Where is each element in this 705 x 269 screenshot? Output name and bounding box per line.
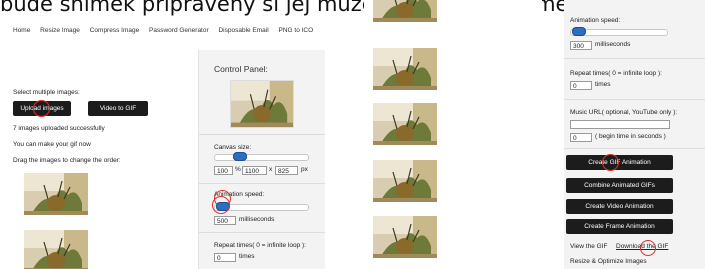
combine-animated-gifs-button[interactable]: Combine Animated GIFs (566, 178, 673, 193)
top-nav: Home Resize Image Compress Image Passwor… (13, 27, 321, 34)
animation-speed-input[interactable]: 500 (214, 216, 236, 225)
click-highlight-circle (602, 154, 619, 171)
resize-optimize-link[interactable]: Resize & Optimize Images (570, 258, 647, 265)
divider (199, 232, 325, 233)
nav-png-to-ico[interactable]: PNG to ICO (279, 27, 314, 34)
image-thumbnail[interactable] (373, 48, 437, 90)
view-gif-link[interactable]: View the GIF (570, 243, 607, 250)
canvas-size-label: Canvas size: (214, 144, 252, 151)
canvas-size-slider-handle[interactable] (233, 152, 247, 161)
select-label: Select multiple images: (13, 89, 80, 96)
divider (564, 148, 705, 149)
divider (564, 99, 705, 100)
image-thumbnail[interactable] (24, 230, 88, 269)
click-highlight-circle (212, 196, 230, 214)
control-panel-continued: Animation speed: 300 milliseconds Repeat… (542, 0, 705, 269)
canvas-width-input[interactable]: 1100 (242, 166, 267, 175)
repeat-times-label: Repeat times( 0 = infinite loop ): (570, 70, 662, 77)
click-highlight-circle (33, 100, 50, 117)
gif-maker-page: Home Resize Image Compress Image Passwor… (0, 17, 364, 269)
create-gif-animation-button[interactable]: Create GIF Animation (566, 155, 673, 170)
image-thumbnail[interactable] (24, 173, 88, 215)
begin-time-unit: ( begin time in seconds ) (595, 133, 666, 140)
nav-home[interactable]: Home (13, 27, 30, 34)
music-begin-time-input[interactable]: 0 (570, 133, 592, 142)
upload-status: 7 images uploaded successfully (13, 125, 105, 132)
canvas-height-input[interactable]: 825 (275, 166, 298, 175)
percent-sign: % (235, 166, 241, 173)
image-thumbnail[interactable] (373, 216, 437, 258)
nav-password-generator[interactable]: Password Generator (149, 27, 209, 34)
control-panel: Control Panel: Canvas size: 100 % 1100 x… (198, 50, 325, 269)
upload-column: Select multiple images: Upload images Vi… (0, 45, 196, 269)
times-unit: times (239, 253, 255, 260)
animation-speed-slider-handle[interactable] (572, 27, 586, 36)
create-video-animation-button[interactable]: Create Video Animation (566, 199, 673, 214)
create-frame-animation-button[interactable]: Create Frame Animation (566, 219, 673, 234)
nav-compress-image[interactable]: Compress Image (90, 27, 140, 34)
music-url-label: Music URL( optional, YouTube only ): (570, 109, 678, 116)
nav-disposable-email[interactable]: Disposable Email (218, 27, 268, 34)
px-unit: px (301, 166, 308, 173)
click-highlight-circle (640, 240, 656, 256)
image-thumbnail[interactable] (373, 0, 437, 22)
divider (199, 134, 325, 135)
repeat-times-input[interactable]: 0 (214, 253, 236, 262)
x-sign: x (269, 166, 273, 173)
animation-speed-label: Animation speed: (570, 17, 621, 24)
milliseconds-unit: milliseconds (595, 41, 631, 48)
image-thumbnail[interactable] (373, 103, 437, 145)
milliseconds-unit: milliseconds (239, 216, 275, 223)
music-url-input[interactable] (570, 120, 670, 129)
video-to-gif-button[interactable]: Video to GIF (88, 101, 148, 116)
animation-speed-input[interactable]: 300 (570, 41, 592, 50)
control-panel-c: Animation speed: 300 milliseconds Repeat… (564, 0, 705, 269)
canvas-percent-input[interactable]: 100 (214, 166, 233, 175)
divider (564, 58, 705, 59)
repeat-times-input[interactable]: 0 (570, 81, 592, 90)
preview-image (230, 80, 294, 128)
thumbnail-strip (364, 0, 542, 269)
canvas-size-slider[interactable] (214, 154, 309, 161)
divider (199, 183, 325, 184)
control-panel-title: Control Panel: (214, 64, 268, 74)
repeat-times-label: Repeat times( 0 = infinite loop ): (214, 242, 306, 249)
times-unit: times (595, 81, 611, 88)
drag-instruction: Drag the images to change the order: (13, 157, 121, 164)
make-gif-status: You can make your gif now (13, 141, 91, 148)
nav-resize-image[interactable]: Resize Image (40, 27, 80, 34)
image-thumbnail[interactable] (373, 160, 437, 202)
